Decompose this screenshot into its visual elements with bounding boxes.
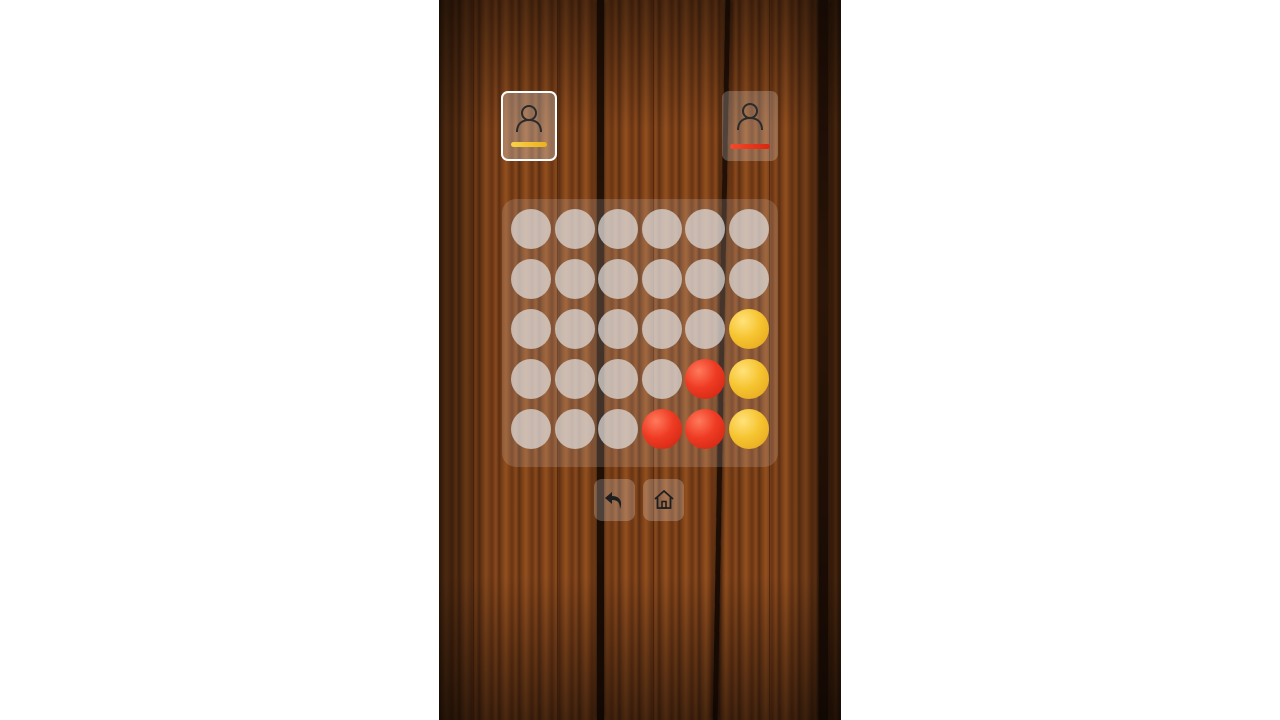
board-slot-empty[interactable] bbox=[598, 209, 638, 249]
board-slot-empty[interactable] bbox=[598, 309, 638, 349]
disc-yellow[interactable] bbox=[728, 309, 769, 349]
disc-red[interactable] bbox=[685, 409, 725, 449]
board-slot-empty[interactable] bbox=[641, 259, 682, 299]
player-one-card bbox=[501, 91, 557, 161]
disc-red[interactable] bbox=[641, 409, 682, 449]
board-slot-empty[interactable] bbox=[728, 259, 769, 299]
board-slot-empty[interactable] bbox=[641, 209, 682, 249]
board-slot-empty[interactable] bbox=[685, 209, 725, 249]
disc-yellow[interactable] bbox=[728, 409, 769, 449]
board-slot-empty[interactable] bbox=[511, 259, 551, 299]
disc-red[interactable] bbox=[685, 359, 725, 399]
board-slot-empty[interactable] bbox=[728, 209, 769, 249]
game-board[interactable] bbox=[502, 199, 778, 467]
board-slot-empty[interactable] bbox=[554, 259, 595, 299]
board-slot-empty[interactable] bbox=[511, 409, 551, 449]
home-icon bbox=[653, 490, 674, 509]
board-slot-empty[interactable] bbox=[511, 309, 551, 349]
player-two-card bbox=[722, 91, 778, 161]
board-slot-empty[interactable] bbox=[554, 409, 595, 449]
board-slot-empty[interactable] bbox=[554, 359, 595, 399]
board-slot-empty[interactable] bbox=[685, 259, 725, 299]
board-slot-empty[interactable] bbox=[641, 359, 682, 399]
person-icon bbox=[516, 105, 542, 133]
disc-yellow[interactable] bbox=[728, 359, 769, 399]
home-button[interactable] bbox=[643, 479, 684, 521]
board-slot-empty[interactable] bbox=[685, 309, 725, 349]
board-slot-empty[interactable] bbox=[641, 309, 682, 349]
player-two-color-bar bbox=[730, 144, 770, 149]
person-icon bbox=[737, 103, 763, 131]
board-slot-empty[interactable] bbox=[598, 409, 638, 449]
board-slot-empty[interactable] bbox=[598, 259, 638, 299]
board-slot-empty[interactable] bbox=[511, 209, 551, 249]
undo-button[interactable] bbox=[594, 479, 635, 521]
undo-icon bbox=[604, 492, 621, 509]
board-slot-empty[interactable] bbox=[598, 359, 638, 399]
board-slot-empty[interactable] bbox=[511, 359, 551, 399]
board-slot-empty[interactable] bbox=[554, 309, 595, 349]
player-one-color-bar bbox=[511, 142, 547, 147]
board-slot-empty[interactable] bbox=[554, 209, 595, 249]
